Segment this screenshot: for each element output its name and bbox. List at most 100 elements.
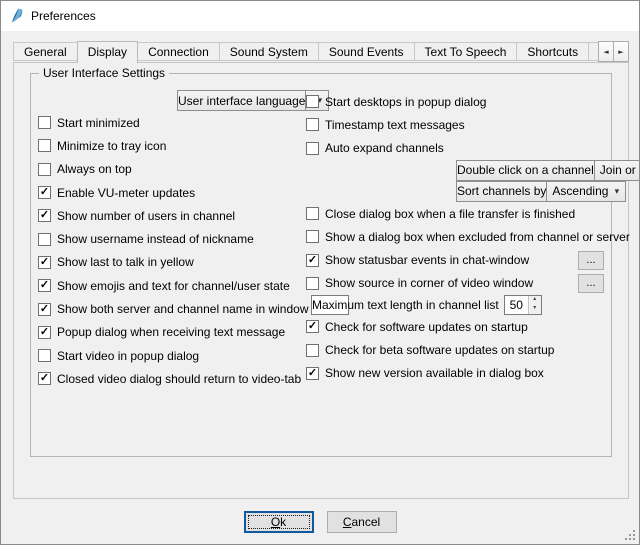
checkbox-box[interactable]	[306, 344, 319, 357]
checkbox-enable-vu-meter-updates[interactable]: ✓ Enable VU-meter updates	[38, 186, 195, 200]
checkbox-label: Start minimized	[57, 116, 140, 130]
combo-double-click-on-a-channel[interactable]: Join or leave▾	[594, 160, 640, 181]
checkbox-show-source-in-corner-of-video-window[interactable]: Show source in corner of video window	[306, 276, 533, 290]
checkbox-box[interactable]: ✓	[306, 254, 319, 267]
checkbox-box[interactable]	[306, 95, 319, 108]
checkbox-start-desktops-in-popup-dialog[interactable]: Start desktops in popup dialog	[306, 95, 486, 109]
tab-general[interactable]: General	[13, 42, 78, 61]
checkbox-show-last-to-talk-in-yellow[interactable]: ✓ Show last to talk in yellow	[38, 255, 194, 269]
checkbox-label: Show source in corner of video window	[325, 276, 533, 290]
checkbox-label: Show both server and channel name in win…	[57, 302, 331, 316]
checkbox-box[interactable]	[38, 349, 51, 362]
checkbox-box[interactable]: ✓	[38, 326, 51, 339]
checkbox-box[interactable]	[38, 233, 51, 246]
checkbox-always-on-top[interactable]: Always on top	[38, 162, 132, 176]
cancel-button[interactable]: Cancel	[327, 511, 397, 533]
row-show-new-version-available-in-dialog-box: ✓ Show new version available in dialog bo…	[306, 362, 604, 385]
combo-label: Sort channels by	[457, 184, 546, 198]
tab-page-display: User Interface Settings User interface l…	[13, 62, 629, 499]
window-title: Preferences	[31, 9, 96, 23]
checkbox-box[interactable]: ✓	[306, 367, 319, 380]
row-show-last-to-talk-in-yellow: ✓ Show last to talk in yellow	[38, 251, 306, 274]
row-double-click-on-a-channel: Double click on a channelJoin or leave▾	[456, 160, 604, 181]
checkbox-start-video-in-popup-dialog[interactable]: Start video in popup dialog	[38, 349, 199, 363]
row-closed-video-dialog-should-return-to-video-tab: ✓Closed video dialog should return to vi…	[38, 367, 306, 390]
ok-button[interactable]: Ok	[244, 511, 314, 533]
checkbox-label: Check for software updates on startup	[325, 320, 528, 334]
checkbox-start-minimized[interactable]: Start minimized	[38, 116, 140, 130]
checkbox-show-both-server-and-channel-name-in-window-title[interactable]: ✓Show both server and channel name in wi…	[38, 302, 306, 316]
checkbox-show-number-of-users-in-channel[interactable]: ✓ Show number of users in channel	[38, 209, 235, 223]
spin-down-icon[interactable]: ▾	[529, 305, 541, 314]
titlebar[interactable]: Preferences	[1, 1, 639, 31]
checkbox-box[interactable]: ✓	[38, 209, 51, 222]
checkbox-box[interactable]: ✓	[38, 372, 51, 385]
checkbox-label: Show number of users in channel	[57, 209, 235, 223]
checkbox-box[interactable]: ✓	[38, 256, 51, 269]
checkbox-box[interactable]: ✓	[38, 303, 51, 316]
checkbox-box[interactable]	[38, 116, 51, 129]
tab-sound-events[interactable]: Sound Events	[318, 42, 415, 61]
row-show-statusbar-events-in-chat-window: ✓Show statusbar events in chat-window...	[306, 248, 604, 271]
checkbox-box[interactable]	[38, 139, 51, 152]
checkbox-box[interactable]	[38, 163, 51, 176]
row-user-interface-language: User interface language▾	[177, 90, 306, 111]
checkbox-show-a-dialog-box-when-excluded-from-channel-or-server[interactable]: Show a dialog box when excluded from cha…	[306, 230, 604, 244]
checkbox-closed-video-dialog-should-return-to-video-tab[interactable]: ✓Closed video dialog should return to vi…	[38, 372, 301, 386]
left-column: User interface language▾ Start minimized M…	[38, 90, 306, 391]
tab-scroll-right-button[interactable]: ►	[613, 41, 629, 62]
checkbox-box[interactable]	[306, 207, 319, 220]
checkbox-show-new-version-available-in-dialog-box[interactable]: ✓ Show new version available in dialog bo…	[306, 366, 544, 380]
checkbox-label: Minimize to tray icon	[57, 139, 166, 153]
row-start-video-in-popup-dialog: Start video in popup dialog	[38, 344, 306, 367]
row-start-desktops-in-popup-dialog: Start desktops in popup dialog	[306, 90, 604, 113]
checkbox-box[interactable]: ✓	[306, 320, 319, 333]
row-check-for-beta-software-updates-on-startup: Check for beta software updates on start…	[306, 338, 604, 361]
checkbox-label: Start desktops in popup dialog	[325, 95, 486, 109]
checkbox-minimize-to-tray-icon[interactable]: Minimize to tray icon	[38, 139, 166, 153]
combo-sort-channels-by[interactable]: Ascending▾	[546, 181, 626, 202]
checkbox-show-emojis-and-text-for-channel-user-state[interactable]: ✓Show emojis and text for channel/user s…	[38, 279, 290, 293]
right-column: Start desktops in popup dialog Timestamp …	[306, 90, 604, 391]
checkbox-label: Enable VU-meter updates	[57, 186, 195, 200]
row-show-emojis-and-text-for-channel-user-state: ✓Show emojis and text for channel/user s…	[38, 274, 306, 297]
checkbox-timestamp-text-messages[interactable]: Timestamp text messages	[306, 118, 465, 132]
checkbox-box[interactable]	[306, 230, 319, 243]
checkbox-label: Start video in popup dialog	[57, 349, 199, 363]
resize-grip[interactable]	[624, 529, 636, 541]
dialog-buttons: Ok Cancel	[1, 511, 639, 533]
checkbox-close-dialog-box-when-a-file-transfer-is-finished[interactable]: Close dialog box when a file transfer is…	[306, 207, 575, 221]
row-start-minimized: Start minimized	[38, 111, 306, 134]
checkbox-label: Always on top	[57, 162, 132, 176]
tab-connection[interactable]: Connection	[137, 42, 220, 61]
checkbox-label: Show last to talk in yellow	[57, 255, 194, 269]
ok-button-label: Ok	[253, 515, 305, 529]
checkbox-box[interactable]	[306, 118, 319, 131]
checkbox-show-statusbar-events-in-chat-window[interactable]: ✓Show statusbar events in chat-window	[306, 253, 529, 267]
checkbox-box[interactable]: ✓	[38, 279, 51, 292]
checkbox-check-for-software-updates-on-startup[interactable]: ✓ Check for software updates on startup	[306, 320, 528, 334]
ellipsis-button[interactable]: ...	[578, 274, 604, 293]
checkbox-popup-dialog-when-receiving-text-message[interactable]: ✓Popup dialog when receiving text messag…	[38, 325, 285, 339]
settings-columns: User interface language▾ Start minimized M…	[38, 90, 604, 391]
checkbox-show-username-instead-of-nickname[interactable]: Show username instead of nickname	[38, 232, 254, 246]
checkbox-label: Close dialog box when a file transfer is…	[325, 207, 575, 221]
tab-display[interactable]: Display	[77, 41, 138, 63]
checkbox-check-for-beta-software-updates-on-startup[interactable]: Check for beta software updates on start…	[306, 343, 554, 357]
spin-label: Maximum text length in channel list	[312, 298, 499, 312]
tab-sound-system[interactable]: Sound System	[219, 42, 319, 61]
row-timestamp-text-messages: Timestamp text messages	[306, 113, 604, 136]
checkbox-auto-expand-channels[interactable]: Auto expand channels	[306, 141, 444, 155]
checkbox-box[interactable]: ✓	[38, 186, 51, 199]
spinbox-maximum-text-length-in-channel-list[interactable]: 50▴▾	[504, 295, 542, 315]
checkbox-box[interactable]	[306, 277, 319, 290]
checkbox-box[interactable]	[306, 142, 319, 155]
preferences-window: Preferences GeneralDisplayConnectionSoun…	[0, 0, 640, 545]
row-maximum-text-length-in-channel-list: Maximum text length in channel list50▴▾	[311, 295, 349, 315]
tab-scroll-left-button[interactable]: ◄	[598, 41, 614, 62]
tab-shortcuts[interactable]: Shortcuts	[516, 42, 589, 61]
checkbox-label: Show new version available in dialog box	[325, 366, 544, 380]
ellipsis-button[interactable]: ...	[578, 251, 604, 270]
row-minimize-to-tray-icon: Minimize to tray icon	[38, 134, 306, 157]
tab-text-to-speech[interactable]: Text To Speech	[414, 42, 518, 61]
